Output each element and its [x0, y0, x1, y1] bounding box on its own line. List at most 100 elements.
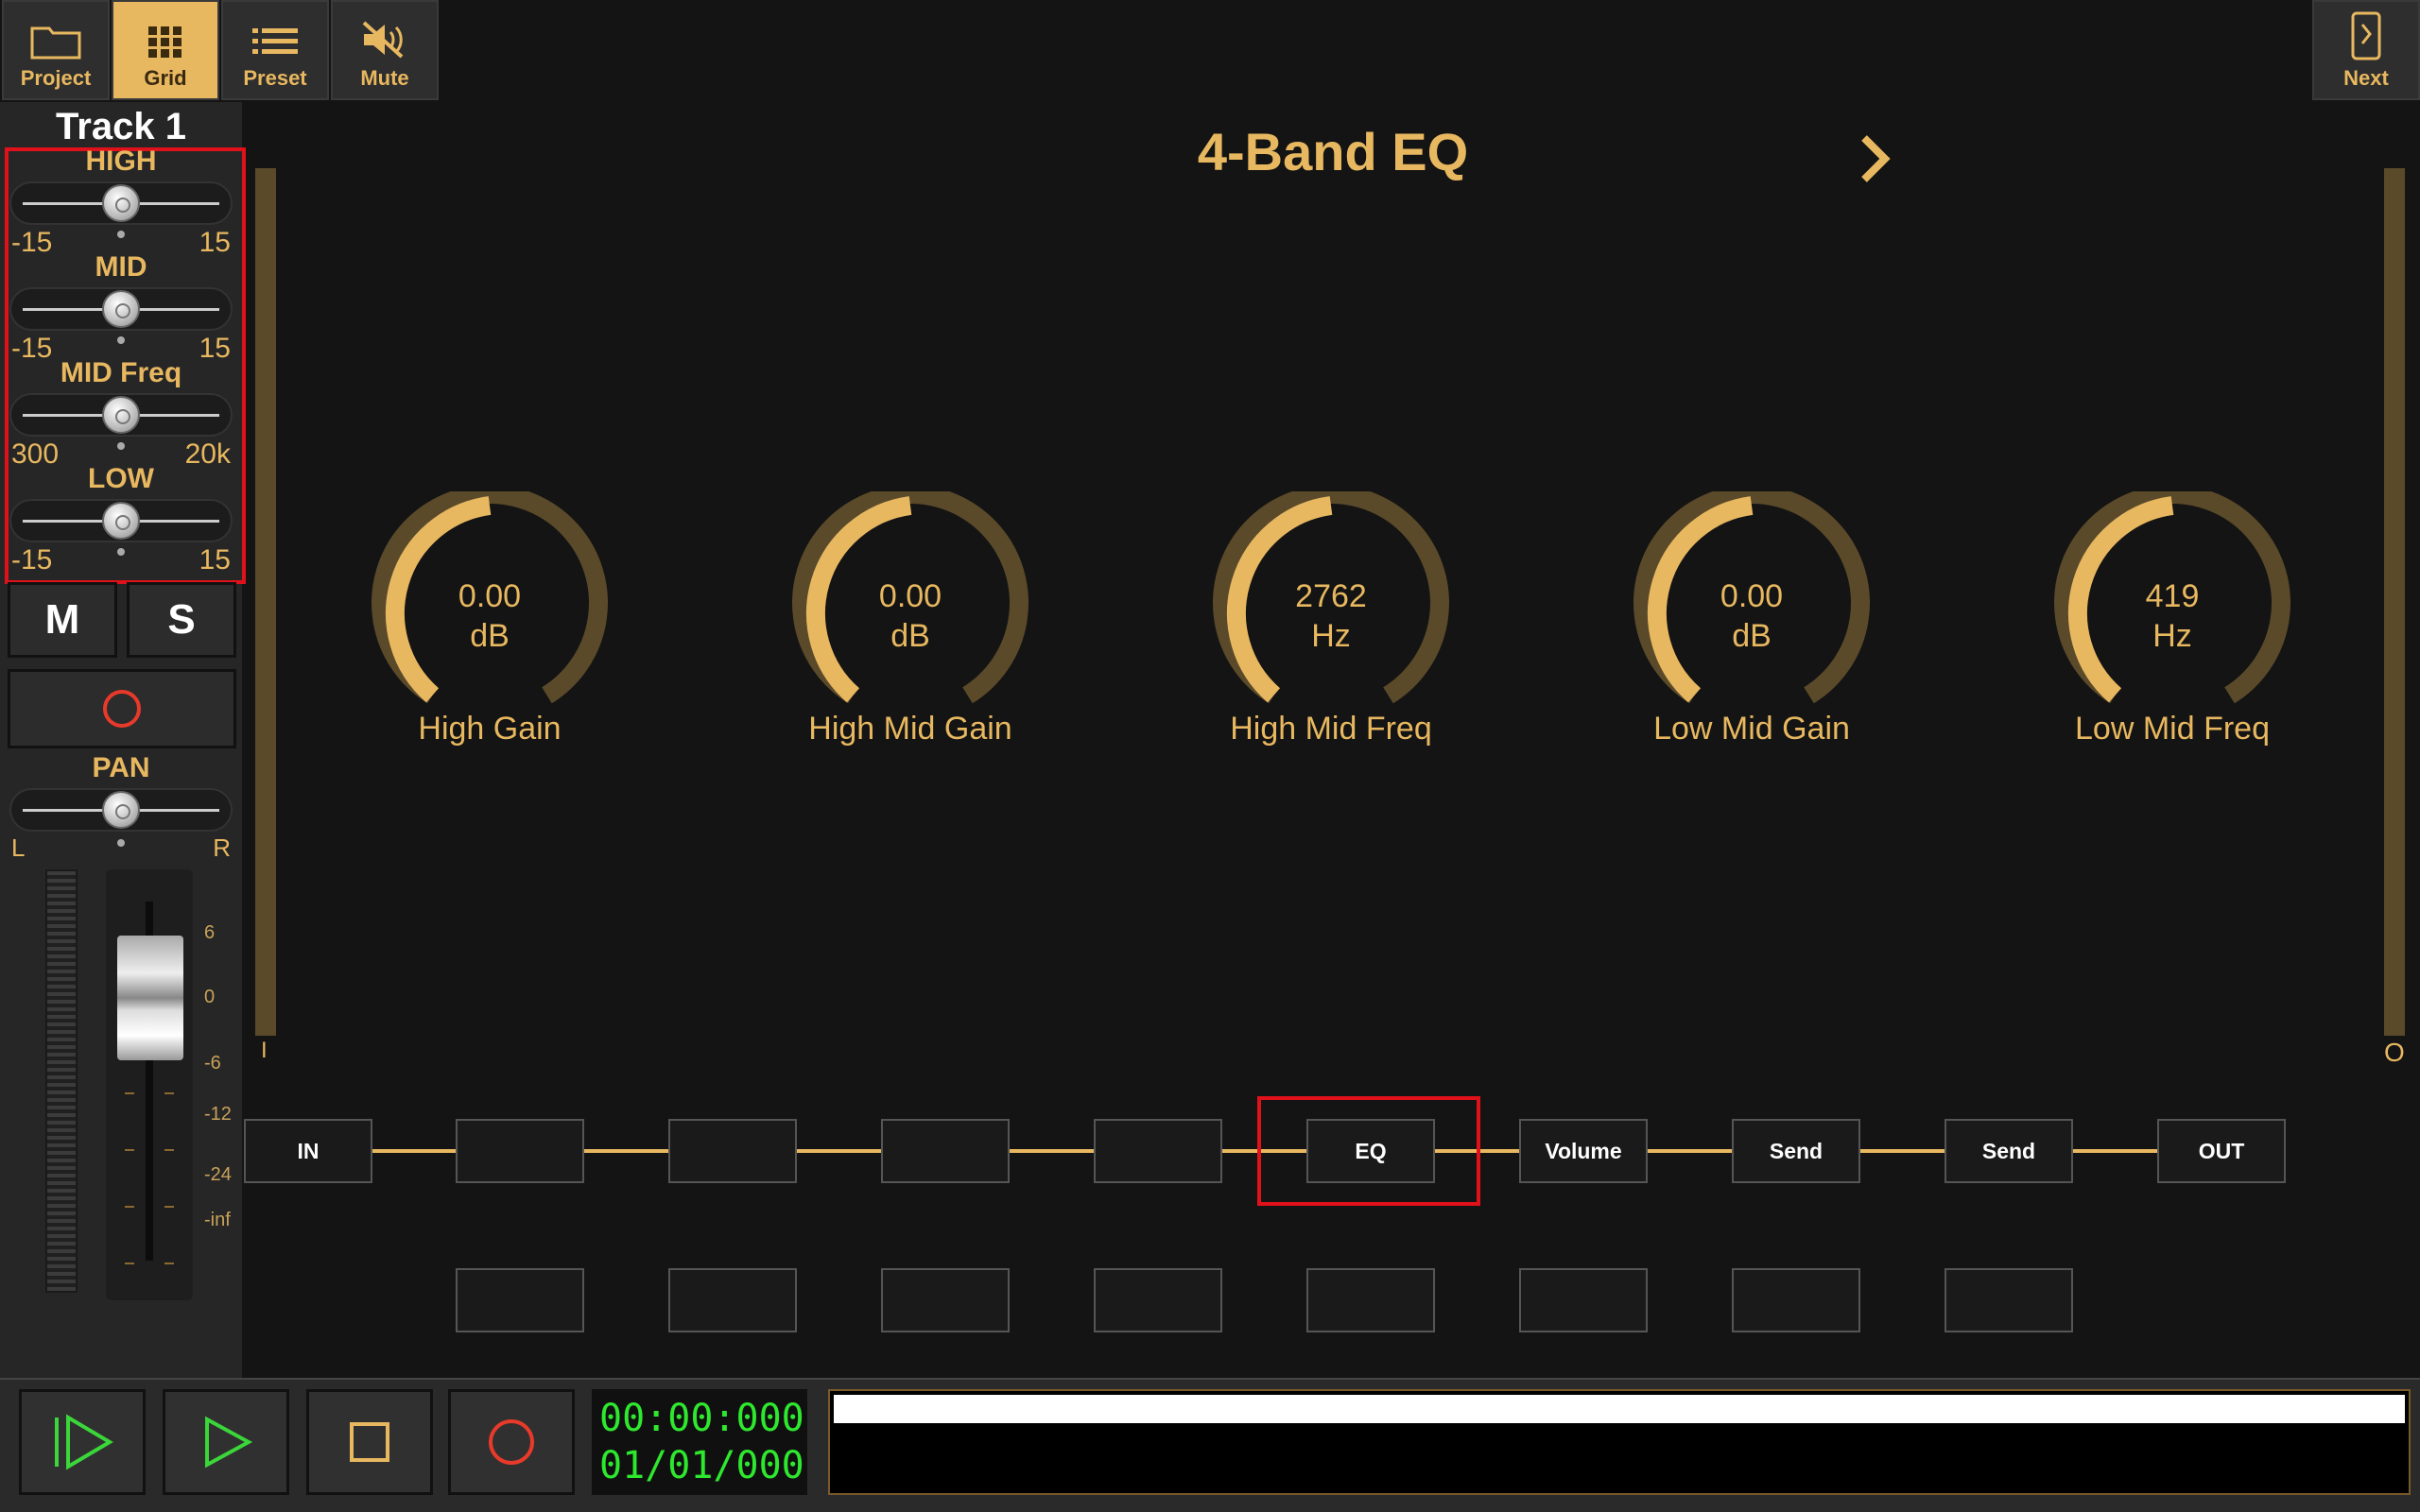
high-gain-knob[interactable]: 0.00 dB High Gain [348, 491, 631, 765]
aux-slot-5[interactable] [1306, 1268, 1435, 1332]
chain-slot-2[interactable] [668, 1119, 797, 1183]
timeline-overview[interactable] [828, 1389, 2411, 1495]
speaker-mute-icon [362, 21, 404, 59]
fader-tick [164, 1263, 174, 1264]
fader-tick [164, 1149, 174, 1151]
output-meter-label: O [2384, 1038, 2405, 1067]
grid-label: Grid [144, 66, 187, 90]
project-button[interactable]: Project [2, 0, 110, 100]
mid-freq-label: MID Freq [60, 357, 182, 388]
knob-unit: dB [470, 618, 510, 654]
chain-slot-1[interactable] [456, 1119, 584, 1183]
fader-scale-label: -6 [204, 1053, 221, 1074]
chain-slot-in[interactable]: IN [244, 1119, 372, 1183]
high-slider[interactable] [9, 181, 233, 225]
fader-scale-label: -24 [204, 1164, 232, 1185]
aux-slot-3[interactable] [881, 1268, 1010, 1332]
grid-button[interactable]: Grid [112, 0, 219, 100]
high-label: HIGH [85, 146, 157, 177]
page-title: 4-Band EQ [1197, 122, 1469, 181]
list-icon [252, 28, 298, 54]
slider-knob[interactable] [102, 791, 140, 829]
eq-slot-highlight [1257, 1096, 1480, 1206]
level-meter [45, 869, 78, 1293]
play-button[interactable] [163, 1389, 289, 1495]
pan-label: PAN [92, 752, 150, 783]
record-arm-button[interactable] [8, 669, 236, 748]
aux-slot-6[interactable] [1519, 1268, 1648, 1332]
chevron-right-icon[interactable] [1855, 132, 1896, 185]
low-mid-gain-knob[interactable]: 0.00 dB Low Mid Gain [1610, 491, 1893, 765]
knob-value: 0.00 [1720, 578, 1784, 614]
position-readout: 01/01/000 [599, 1444, 804, 1487]
folder-icon [30, 26, 81, 60]
timeline-progress [834, 1395, 2405, 1423]
knob-value: 0.00 [458, 578, 522, 614]
knob-label: High Mid Gain [808, 711, 1012, 747]
input-meter [255, 168, 276, 1036]
aux-slot-4[interactable] [1094, 1268, 1222, 1332]
fader-scale-label: -12 [204, 1104, 232, 1125]
preset-label: Preset [243, 66, 307, 90]
aux-slot-8[interactable] [1945, 1268, 2073, 1332]
knob-value: 2762 [1295, 578, 1367, 614]
fader-tick [125, 1149, 134, 1151]
knob-unit: dB [890, 618, 930, 654]
mute-button[interactable]: Mute [331, 0, 439, 100]
play-from-start-button[interactable] [19, 1389, 146, 1495]
mute-label: Mute [360, 66, 409, 90]
fader-tick [125, 1263, 134, 1264]
low-slider[interactable] [9, 499, 233, 542]
stop-button[interactable] [306, 1389, 433, 1495]
next-label: Next [2343, 66, 2389, 90]
knob-label: Low Mid Freq [2075, 711, 2270, 747]
knob-unit: dB [1732, 618, 1772, 654]
low-min: -15 [11, 544, 53, 576]
chain-slot-4[interactable] [1094, 1119, 1222, 1183]
chain-slot-3[interactable] [881, 1119, 1010, 1183]
pan-left: L [11, 833, 26, 862]
fader-cap[interactable] [117, 936, 183, 1060]
high-mid-gain-knob[interactable]: 0.00 dB High Mid Gain [769, 491, 1052, 765]
pan-right: R [213, 833, 231, 862]
next-button[interactable]: Next [2312, 0, 2420, 100]
record-button[interactable] [448, 1389, 575, 1495]
pan-slider[interactable] [9, 788, 233, 832]
next-page-icon [2351, 11, 2381, 60]
aux-slot-1[interactable] [456, 1268, 584, 1332]
project-label: Project [20, 66, 92, 90]
low-mid-freq-knob[interactable]: 419 Hz Low Mid Freq [2031, 491, 2314, 765]
center-dot [117, 839, 125, 847]
high-mid-freq-knob[interactable]: 2762 Hz High Mid Freq [1189, 491, 1473, 765]
chain-slot-send-1[interactable]: Send [1732, 1119, 1860, 1183]
knob-value: 0.00 [878, 578, 942, 614]
center-dot [117, 231, 125, 238]
mute-track-button[interactable]: M [8, 582, 117, 658]
mid-freq-slider[interactable] [9, 393, 233, 437]
track-strip: Track 1 HIGH -15 15 MID -15 15 MID Freq … [0, 102, 246, 1453]
fader-tick [164, 1092, 174, 1094]
aux-slot-7[interactable] [1732, 1268, 1860, 1332]
knob-label: High Gain [418, 711, 562, 747]
mid-label: MID [95, 251, 147, 283]
center-dot [117, 548, 125, 556]
center-dot [117, 442, 125, 450]
knob-label: High Mid Freq [1230, 711, 1432, 747]
chain-slot-send-2[interactable]: Send [1945, 1119, 2073, 1183]
solo-track-button[interactable]: S [127, 582, 236, 658]
slider-knob[interactable] [102, 502, 140, 540]
fader-tick [125, 1206, 134, 1208]
play-from-start-icon [55, 1414, 113, 1470]
preset-button[interactable]: Preset [221, 0, 329, 100]
low-max: 15 [199, 544, 231, 576]
time-readout: 00:00:000 [599, 1397, 804, 1440]
aux-slot-2[interactable] [668, 1268, 797, 1332]
fader-scale-label: 6 [204, 922, 216, 943]
knob-unit: Hz [2152, 618, 2192, 654]
mid-slider[interactable] [9, 287, 233, 331]
slider-knob[interactable] [102, 290, 140, 328]
chain-slot-out[interactable]: OUT [2157, 1119, 2286, 1183]
chain-slot-volume[interactable]: Volume [1519, 1119, 1648, 1183]
slider-knob[interactable] [102, 184, 140, 222]
slider-knob[interactable] [102, 396, 140, 434]
